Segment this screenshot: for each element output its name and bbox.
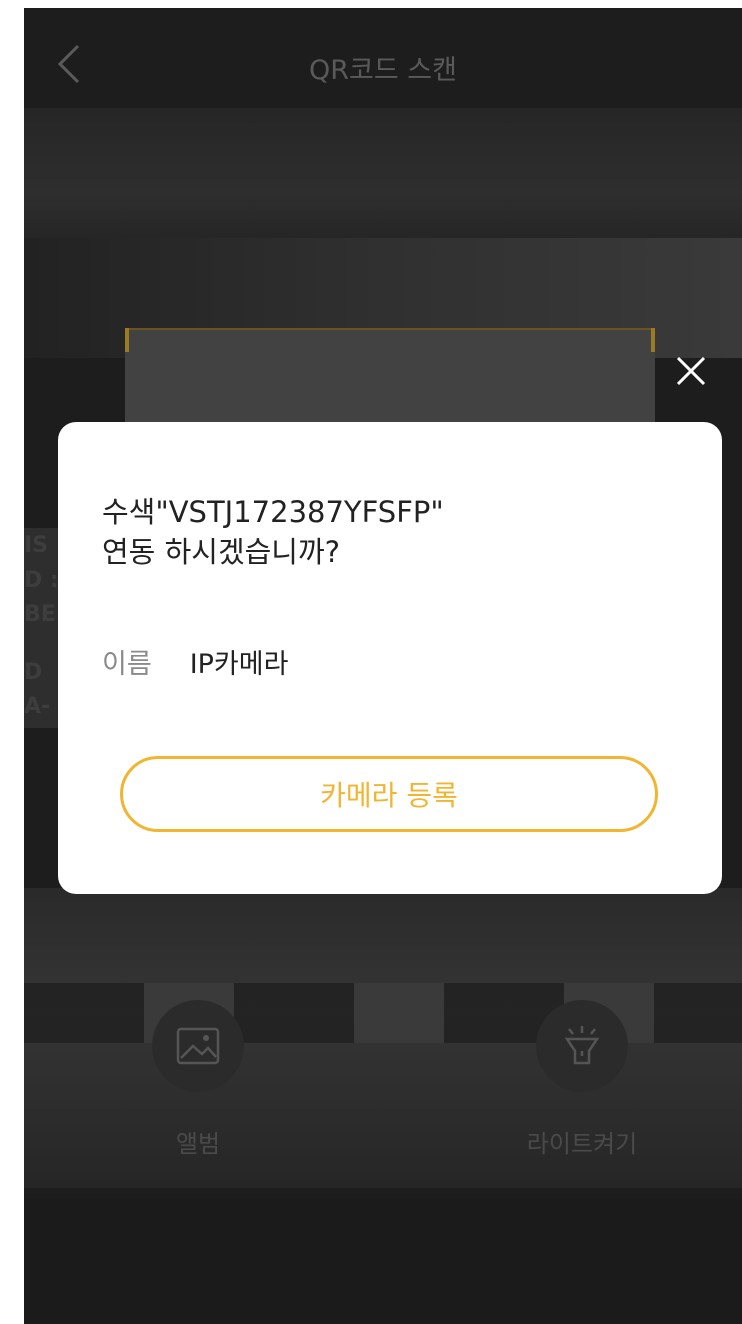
top-bar: QR코드 스캔 — [24, 8, 742, 120]
close-dialog-button[interactable] — [668, 348, 714, 394]
flashlight-button[interactable] — [536, 1000, 628, 1092]
confirm-dialog: 수색"VSTJ172387YFSFP" 연동 하시겠습니까? 이름 IP카메라 카… — [58, 422, 722, 894]
register-camera-button[interactable]: 카메라 등록 — [120, 756, 658, 832]
album-button[interactable] — [152, 1000, 244, 1092]
dialog-message: 수색"VSTJ172387YFSFP" 연동 하시겠습니까? — [102, 492, 682, 572]
close-icon — [676, 356, 706, 386]
qr-scan-screen: IS D : BE D A- QR코드 스캔 수색"VSTJ172387YFSF… — [24, 8, 742, 1324]
album-label: 앨범 — [175, 1130, 221, 1158]
image-icon — [176, 1027, 220, 1065]
dialog-message-line-1: 수색"VSTJ172387YFSFP" — [102, 495, 444, 529]
camera-preview-region — [24, 983, 742, 1043]
background-label-text: A- — [24, 694, 51, 719]
device-name-row: 이름 IP카메라 — [102, 642, 288, 681]
device-name-value: IP카메라 — [189, 649, 289, 680]
flashlight-icon — [564, 1026, 600, 1065]
dialog-message-line-2: 연동 하시겠습니까? — [102, 535, 341, 569]
camera-preview-region — [24, 1198, 742, 1324]
background-label-text: IS — [24, 533, 49, 558]
camera-preview-region — [24, 108, 742, 248]
device-name-label: 이름 — [102, 649, 152, 680]
flashlight-label: 라이트켜기 — [526, 1130, 638, 1158]
background-label-text: BE — [24, 602, 56, 627]
page-title: QR코드 스캔 — [309, 55, 457, 86]
background-label-text: D — [24, 660, 43, 685]
background-label-text: D : — [24, 568, 59, 593]
